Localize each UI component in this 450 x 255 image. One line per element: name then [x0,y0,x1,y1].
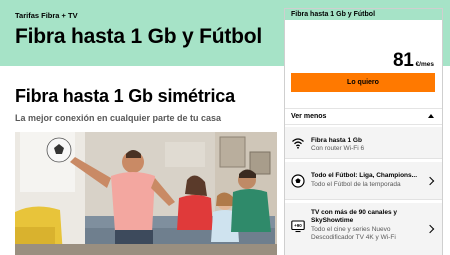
football-icon [291,174,305,188]
feature-tv[interactable]: +90 TV con más de 90 canales y SkyShowti… [285,203,442,255]
ver-menos-toggle[interactable]: Ver menos [285,108,442,125]
feature-description: Todo el cine y series Nuevo Descodificad… [311,226,396,241]
lo-quiero-button[interactable]: Lo quiero [291,73,435,92]
feature-description: Todo el Fútbol de la temporada [311,181,401,188]
feature-description: Con router Wi-Fi 6 [311,145,365,152]
price-value: 81 [393,50,414,71]
feature-title: Todo el Fútbol: Liga, Champions... [311,172,418,179]
section-subheading: La mejor conexión en cualquier parte de … [15,113,222,123]
tv-icon: +90 [291,219,305,233]
feature-futbol[interactable]: Todo el Fútbol: Liga, Champions... Todo … [285,162,442,200]
feature-title: TV con más de 90 canales y SkyShowtime [311,209,397,224]
wifi-icon [291,136,305,150]
page-title: Fibra hasta 1 Gb y Fútbol [15,25,263,48]
offer-card-header: Fibra hasta 1 Gb y Fútbol [285,9,442,20]
price-block: 81 €/mes [393,50,434,72]
breadcrumb[interactable]: Tarifas Fibra + TV [15,11,78,20]
tv-icon-label: +90 [294,223,302,228]
section-heading: Fibra hasta 1 Gb simétrica [15,86,235,106]
feature-title: Fibra hasta 1 Gb [311,137,362,144]
price-unit: €/mes [415,61,434,68]
feature-fibra: Fibra hasta 1 Gb Con router Wi-Fi 6 [285,127,442,159]
family-watching-tv-photo [15,132,277,255]
offer-card: Fibra hasta 1 Gb y Fútbol 81 €/mes Lo qu… [284,8,443,255]
chevron-up-icon [428,114,434,118]
ver-menos-label: Ver menos [291,113,327,120]
